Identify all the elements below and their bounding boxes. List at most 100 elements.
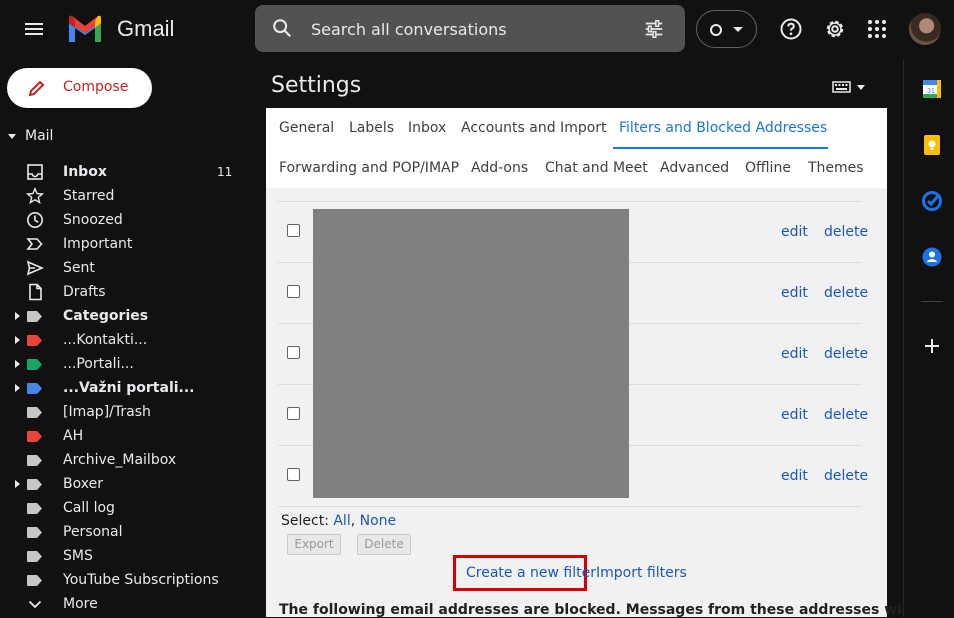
draft-icon — [26, 283, 44, 301]
sidebar-item-inbox[interactable]: Inbox 11 — [0, 160, 250, 184]
select-label: Select: — [281, 513, 329, 529]
row-divider — [278, 506, 862, 507]
sidebar-item-important[interactable]: Important — [0, 232, 250, 256]
sidebar-item-sms[interactable]: SMS — [0, 544, 250, 568]
tab-forwarding-pop-imap[interactable]: Forwarding and POP/IMAP — [279, 160, 459, 176]
label-icon — [27, 479, 42, 490]
row-divider — [278, 201, 862, 202]
search-input[interactable] — [311, 15, 631, 43]
sidebar-item-imap-trash[interactable]: [Imap]/Trash — [0, 400, 250, 424]
sidebar-item-starred[interactable]: Starred — [0, 184, 250, 208]
chevron-down-icon — [26, 595, 44, 613]
search-options-icon[interactable] — [643, 18, 665, 40]
sidebar-item-label: Personal — [63, 524, 123, 540]
tab-add-ons[interactable]: Add-ons — [471, 160, 528, 176]
filter-row-checkbox[interactable] — [287, 224, 300, 237]
svg-text:31: 31 — [927, 88, 935, 95]
sidebar-item-label: YouTube Subscriptions — [63, 572, 219, 588]
add-addon-plus-icon[interactable] — [921, 335, 943, 357]
export-button[interactable]: Export — [287, 534, 341, 555]
filter-row-checkbox[interactable] — [287, 468, 300, 481]
sidebar-item-label: AH — [63, 428, 84, 444]
edit-filter-link[interactable]: edit — [781, 346, 808, 362]
tab-offline[interactable]: Offline — [745, 160, 791, 176]
sidebar-item-drafts[interactable]: Drafts — [0, 280, 250, 304]
tab-filters-blocked[interactable]: Filters and Blocked Addresses — [619, 120, 827, 136]
sidebar-item-boxer[interactable]: Boxer — [0, 472, 250, 496]
rail-divider — [921, 301, 943, 302]
mail-section-toggle[interactable]: Mail — [0, 126, 250, 148]
caret-down-icon — [733, 27, 743, 32]
sidebar-nav: Inbox 11 Starred Snoozed Important Sent Drafts… — [0, 160, 250, 616]
tab-labels[interactable]: Labels — [349, 120, 394, 136]
expand-arrow-icon[interactable] — [15, 336, 20, 344]
sidebar-item-categories[interactable]: Categories — [0, 304, 250, 328]
delete-filter-link[interactable]: delete — [824, 285, 868, 301]
tab-themes[interactable]: Themes — [808, 160, 864, 176]
page-title: Settings — [271, 73, 362, 98]
sidebar-item-va-ni-portali[interactable]: ...Važni portali... — [0, 376, 250, 400]
delete-selected-button[interactable]: Delete — [357, 534, 411, 555]
label-icon — [27, 551, 42, 562]
settings-gear-icon[interactable] — [823, 17, 847, 41]
edit-filter-link[interactable]: edit — [781, 407, 808, 423]
collapse-triangle-icon — [8, 134, 16, 139]
gmail-logo-icon[interactable] — [66, 14, 104, 44]
tasks-icon[interactable] — [921, 190, 943, 212]
keep-icon[interactable] — [921, 134, 943, 156]
edit-filter-link[interactable]: edit — [781, 468, 808, 484]
sidebar-item-label: SMS — [63, 548, 93, 564]
filter-row-checkbox[interactable] — [287, 285, 300, 298]
expand-arrow-icon[interactable] — [15, 480, 20, 488]
sidebar-item-label: Inbox — [63, 164, 107, 180]
contacts-icon[interactable] — [921, 246, 943, 268]
search-icon[interactable] — [271, 17, 293, 39]
sidebar-item-label: Drafts — [63, 284, 106, 300]
sidebar-item-portali[interactable]: ...Portali... — [0, 352, 250, 376]
tab-inbox[interactable]: Inbox — [408, 120, 446, 136]
active-tab-indicator — [613, 147, 828, 149]
delete-filter-link[interactable]: delete — [824, 224, 868, 240]
delete-filter-link[interactable]: delete — [824, 468, 868, 484]
sidebar-item-snoozed[interactable]: Snoozed — [0, 208, 250, 232]
sidebar-item-more[interactable]: More — [0, 592, 250, 616]
create-new-filter-link[interactable]: Create a new filter — [466, 565, 596, 581]
status-dropdown-button[interactable] — [696, 10, 757, 48]
expand-arrow-icon[interactable] — [15, 384, 20, 392]
app-name: Gmail — [117, 16, 175, 41]
apps-grid-icon[interactable] — [865, 17, 889, 41]
sidebar-item-archive-mailbox[interactable]: Archive_Mailbox — [0, 448, 250, 472]
delete-filter-link[interactable]: delete — [824, 346, 868, 362]
expand-arrow-icon[interactable] — [15, 312, 20, 320]
delete-filter-link[interactable]: delete — [824, 407, 868, 423]
tab-accounts-import[interactable]: Accounts and Import — [461, 120, 607, 136]
sidebar-item-ah[interactable]: AH — [0, 424, 250, 448]
redacted-filter-criteria — [313, 209, 629, 498]
tab-general[interactable]: General — [279, 120, 334, 136]
help-icon[interactable] — [779, 17, 803, 41]
compose-button[interactable]: Compose — [7, 68, 152, 108]
edit-filter-link[interactable]: edit — [781, 224, 808, 240]
keyboard-input-tools-icon[interactable] — [832, 80, 868, 94]
edit-filter-link[interactable]: edit — [781, 285, 808, 301]
select-all-link[interactable]: All — [333, 513, 350, 529]
sidebar-item-call-log[interactable]: Call log — [0, 496, 250, 520]
select-none-link[interactable]: None — [360, 513, 397, 529]
search-bar[interactable] — [255, 5, 685, 52]
expand-arrow-icon[interactable] — [15, 360, 20, 368]
filter-row-checkbox[interactable] — [287, 346, 300, 359]
select-controls: Select: All, None — [281, 513, 396, 529]
calendar-icon[interactable]: 31 — [921, 78, 943, 100]
sidebar-item-label: ...Važni portali... — [63, 380, 195, 396]
sidebar-item-personal[interactable]: Personal — [0, 520, 250, 544]
sidebar-item-youtube-subscriptions[interactable]: YouTube Subscriptions — [0, 568, 250, 592]
account-avatar[interactable] — [909, 13, 941, 45]
main-menu-icon[interactable] — [22, 18, 46, 42]
tab-advanced[interactable]: Advanced — [660, 160, 729, 176]
sidebar-item-sent[interactable]: Sent — [0, 256, 250, 280]
import-filters-link[interactable]: Import filters — [596, 565, 687, 581]
sidebar-item-kontakti[interactable]: ...Kontakti... — [0, 328, 250, 352]
tab-chat-meet[interactable]: Chat and Meet — [545, 160, 648, 176]
sidebar-item-label: ...Portali... — [63, 356, 134, 372]
filter-row-checkbox[interactable] — [287, 407, 300, 420]
